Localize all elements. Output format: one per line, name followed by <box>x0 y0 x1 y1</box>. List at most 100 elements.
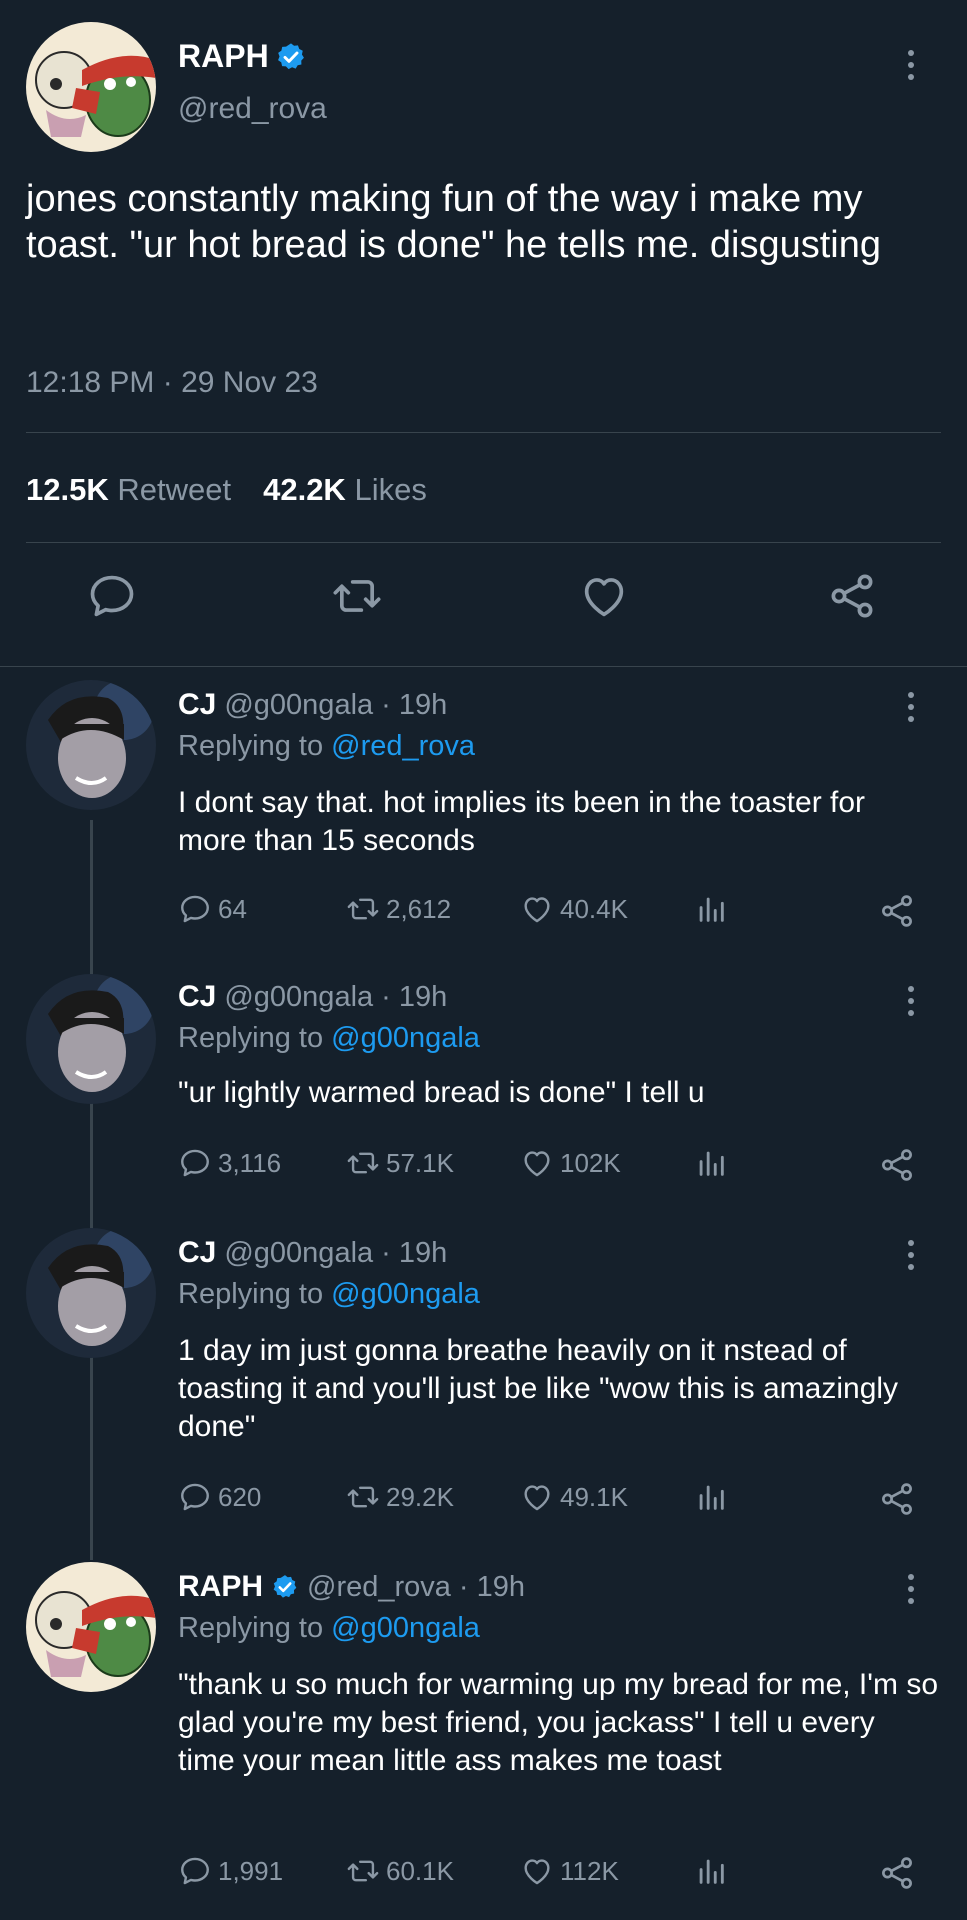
retweet-icon <box>346 1480 380 1514</box>
replying-to-label: Replying to <box>178 1278 324 1310</box>
replying-to-handle[interactable]: @red_rova <box>331 730 475 762</box>
retweet-label: Retweet <box>117 472 232 507</box>
analytics-button[interactable] <box>694 1480 728 1514</box>
replying-to-handle[interactable]: @g00ngala <box>331 1612 480 1644</box>
replying-to: Replying to @g00ngala <box>178 1022 480 1055</box>
main-tweet: RAPH @red_rova jones constantly making f… <box>0 0 967 668</box>
share-button[interactable] <box>878 1480 916 1518</box>
share-icon <box>878 892 916 930</box>
divider <box>26 542 941 543</box>
like-count: 42.2K <box>263 472 346 507</box>
analytics-button[interactable] <box>694 1146 728 1180</box>
retweet-stat[interactable]: 12.5K Retweet <box>26 472 231 508</box>
like-icon <box>520 1854 554 1888</box>
display-name[interactable]: CJ <box>178 688 216 722</box>
more-icon[interactable] <box>906 986 916 1016</box>
reply-button[interactable]: 620 <box>178 1480 261 1514</box>
like-button[interactable]: 40.4K <box>520 892 628 926</box>
separator-dot: · <box>381 980 391 1013</box>
retweet-button[interactable]: 2,612 <box>346 892 451 926</box>
share-icon <box>878 1854 916 1892</box>
share-icon[interactable] <box>826 570 878 622</box>
like-count: 49.1K <box>560 1481 628 1512</box>
thread-line <box>90 820 93 1560</box>
reply-header: CJ @g00ngala · 19h <box>178 1236 447 1270</box>
avatar[interactable] <box>26 1562 156 1692</box>
retweet-count: 29.2K <box>386 1481 454 1512</box>
reply-text: I dont say that. hot implies its been in… <box>178 786 866 857</box>
more-icon[interactable] <box>906 1240 916 1270</box>
reply-icon <box>178 892 212 926</box>
reply-count: 64 <box>218 893 247 924</box>
avatar[interactable] <box>26 680 156 810</box>
handle[interactable]: @g00ngala <box>224 689 373 722</box>
replying-to-handle[interactable]: @g00ngala <box>331 1278 480 1310</box>
analytics-button[interactable] <box>694 892 728 926</box>
replying-to: Replying to @g00ngala <box>178 1278 480 1311</box>
handle[interactable]: @red_rova <box>178 92 327 126</box>
reply-count: 1,991 <box>218 1855 284 1886</box>
replying-to: Replying to @g00ngala <box>178 1612 480 1645</box>
like-stat[interactable]: 42.2K Likes <box>263 472 427 508</box>
verified-badge-icon <box>277 42 304 69</box>
like-button[interactable]: 102K <box>520 1146 621 1180</box>
reply-icon <box>178 1854 212 1888</box>
handle[interactable]: @red_rova <box>307 1571 451 1604</box>
retweet-button[interactable]: 57.1K <box>346 1146 454 1180</box>
reply-button[interactable]: 1,991 <box>178 1854 283 1888</box>
more-icon[interactable] <box>906 692 916 722</box>
like-count: 102K <box>560 1147 621 1178</box>
analytics-icon <box>694 1854 728 1888</box>
separator-dot: · <box>381 1236 391 1269</box>
more-icon[interactable] <box>906 50 916 80</box>
reply-time: 19h <box>398 688 448 721</box>
retweet-button[interactable]: 29.2K <box>346 1480 454 1514</box>
share-button[interactable] <box>878 892 916 930</box>
reply-time: 19h <box>476 1570 525 1603</box>
replying-to-handle[interactable]: @g00ngala <box>331 1022 480 1054</box>
share-button[interactable] <box>878 1854 916 1892</box>
like-icon <box>520 1480 554 1514</box>
reply-time: 19h <box>398 980 448 1013</box>
section-divider <box>0 666 967 667</box>
reply-icon[interactable] <box>86 570 138 622</box>
replying-to-label: Replying to <box>178 1022 324 1054</box>
like-icon[interactable] <box>578 570 630 622</box>
avatar[interactable] <box>26 1228 156 1358</box>
reply-actions: 3,116 57.1K 102K <box>178 1146 938 1186</box>
reply-button[interactable]: 3,116 <box>178 1146 281 1180</box>
like-button[interactable]: 112K <box>520 1854 619 1888</box>
like-count: 112K <box>560 1855 619 1886</box>
retweet-count: 2,612 <box>386 893 452 924</box>
display-name-text[interactable]: RAPH <box>178 38 269 75</box>
analytics-icon <box>694 892 728 926</box>
reply-text: "thank u so much for warming up my bread… <box>178 1668 939 1777</box>
retweet-count: 12.5K <box>26 472 109 507</box>
like-button[interactable]: 49.1K <box>520 1480 628 1514</box>
handle[interactable]: @g00ngala <box>224 1237 373 1270</box>
analytics-button[interactable] <box>694 1854 728 1888</box>
separator-dot: · <box>458 1570 469 1603</box>
avatar[interactable] <box>26 974 156 1104</box>
retweet-button[interactable]: 60.1K <box>346 1854 454 1888</box>
display-name[interactable]: RAPH <box>178 1570 263 1604</box>
display-name[interactable]: RAPH <box>178 38 307 75</box>
avatar[interactable] <box>26 22 156 152</box>
like-count: 40.4K <box>560 893 628 924</box>
like-icon <box>520 1146 554 1180</box>
share-button[interactable] <box>878 1146 916 1184</box>
tweet-actions <box>0 570 967 640</box>
retweet-icon <box>346 1146 380 1180</box>
handle[interactable]: @g00ngala <box>224 981 373 1014</box>
retweet-icon[interactable] <box>331 570 383 622</box>
retweet-count: 60.1K <box>386 1855 454 1886</box>
reply-text: "ur lightly warmed bread is done" I tell… <box>178 1076 705 1109</box>
reply-header: CJ @g00ngala · 19h <box>178 980 447 1014</box>
reply-actions: 1,991 60.1K 112K <box>178 1854 938 1894</box>
retweet-icon <box>346 892 380 926</box>
reply-button[interactable]: 64 <box>178 892 247 926</box>
more-icon[interactable] <box>906 1574 916 1604</box>
display-name[interactable]: CJ <box>178 980 216 1014</box>
tweet-text: jones constantly making fun of the way i… <box>26 178 882 266</box>
display-name[interactable]: CJ <box>178 1236 216 1270</box>
